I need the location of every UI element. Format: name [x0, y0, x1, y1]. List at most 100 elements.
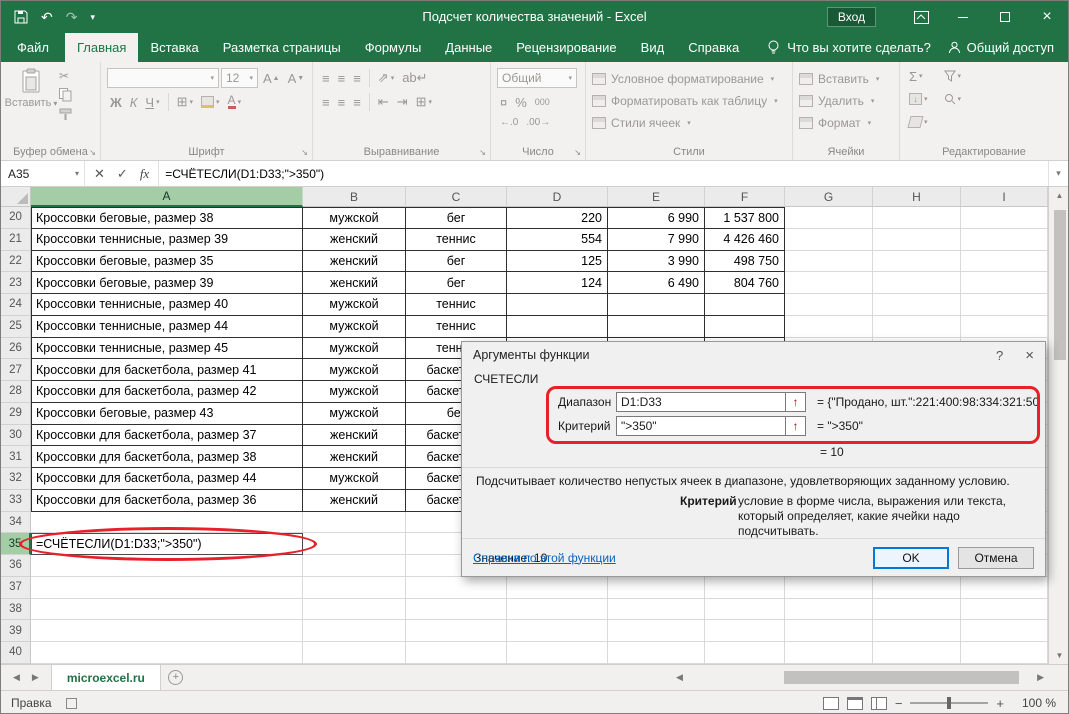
- cut-icon[interactable]: ✂: [59, 69, 72, 83]
- cell-I39[interactable]: [961, 620, 1048, 642]
- tab-Разметка страницы[interactable]: Разметка страницы: [211, 33, 353, 62]
- increase-decimal-icon[interactable]: ←.0: [497, 112, 521, 132]
- expand-formula-bar-icon[interactable]: ▾: [1048, 161, 1068, 186]
- column-header-A[interactable]: A: [31, 187, 303, 207]
- cell-I38[interactable]: [961, 599, 1048, 621]
- cell-H20[interactable]: [873, 207, 961, 229]
- maximize-button[interactable]: [984, 1, 1026, 33]
- zoom-out-icon[interactable]: −: [895, 696, 903, 711]
- cell-A30[interactable]: Кроссовки для баскетбола, размер 37: [31, 425, 303, 447]
- vertical-scroll-thumb[interactable]: [1054, 210, 1066, 360]
- cell-I23[interactable]: [961, 272, 1048, 294]
- cell-B30[interactable]: женский: [303, 425, 406, 447]
- font-size-select[interactable]: 12▾: [221, 68, 258, 88]
- zoom-level[interactable]: 100 %: [1012, 696, 1056, 710]
- tab-Вид[interactable]: Вид: [629, 33, 677, 62]
- number-format-select[interactable]: Общий▾: [497, 68, 577, 88]
- fill-color-icon[interactable]: ▾: [198, 92, 223, 112]
- cell-D24[interactable]: [507, 294, 608, 316]
- row-header-37[interactable]: 37: [1, 577, 31, 599]
- cell-A31[interactable]: Кроссовки для баскетбола, размер 38: [31, 446, 303, 468]
- zoom-slider[interactable]: [910, 702, 988, 704]
- close-button[interactable]: ×: [1026, 1, 1068, 33]
- orientation-icon[interactable]: ⇗▾: [375, 68, 397, 88]
- cell-D39[interactable]: [507, 620, 608, 642]
- cell-C20[interactable]: бег: [406, 207, 507, 229]
- column-header-G[interactable]: G: [785, 187, 873, 207]
- redo-icon[interactable]: ↷: [66, 10, 78, 24]
- cell-A39[interactable]: [31, 620, 303, 642]
- column-header-C[interactable]: C: [406, 187, 507, 207]
- field-input-Диапазон[interactable]: D1:D33: [616, 392, 786, 412]
- confirm-entry-icon[interactable]: ✓: [117, 166, 128, 182]
- cell-D22[interactable]: 125: [507, 251, 608, 273]
- ribbon-display-options-icon[interactable]: [900, 1, 942, 33]
- cell-A27[interactable]: Кроссовки для баскетбола, размер 41: [31, 359, 303, 381]
- cell-A32[interactable]: Кроссовки для баскетбола, размер 44: [31, 468, 303, 490]
- cell-C40[interactable]: [406, 642, 507, 664]
- cell-C37[interactable]: [406, 577, 507, 599]
- cell-A22[interactable]: Кроссовки беговые, размер 35: [31, 251, 303, 273]
- cell-E40[interactable]: [608, 642, 705, 664]
- cell-H39[interactable]: [873, 620, 961, 642]
- cell-H37[interactable]: [873, 577, 961, 599]
- cell-C22[interactable]: бег: [406, 251, 507, 273]
- wrap-text-icon[interactable]: ab↵: [399, 68, 430, 88]
- fill-icon[interactable]: ↓▾: [906, 89, 931, 109]
- cell-B35[interactable]: [303, 533, 406, 555]
- cancel-entry-icon[interactable]: ✕: [94, 166, 105, 182]
- cell-F25[interactable]: [705, 316, 785, 338]
- cell-A40[interactable]: [31, 642, 303, 664]
- sheet-nav-left-icon[interactable]: ◀: [13, 672, 20, 683]
- row-header-32[interactable]: 32: [1, 468, 31, 490]
- row-header-40[interactable]: 40: [1, 642, 31, 664]
- page-break-view-icon[interactable]: [871, 697, 887, 710]
- cell-B40[interactable]: [303, 642, 406, 664]
- dialog-help-icon[interactable]: ?: [996, 348, 1003, 363]
- cell-H38[interactable]: [873, 599, 961, 621]
- font-dialog-launcher-icon[interactable]: ↘: [301, 148, 308, 157]
- cancel-button[interactable]: Отмена: [958, 547, 1034, 569]
- cell-B21[interactable]: женский: [303, 229, 406, 251]
- sort-filter-icon[interactable]: ▾: [941, 66, 965, 86]
- row-header-20[interactable]: 20: [1, 207, 31, 229]
- cell-B29[interactable]: мужской: [303, 403, 406, 425]
- clear-icon[interactable]: ▾: [906, 112, 931, 132]
- cell-E20[interactable]: 6 990: [608, 207, 705, 229]
- align-center-icon[interactable]: ≡: [335, 92, 349, 112]
- tab-file[interactable]: Файл: [1, 33, 65, 62]
- cell-I37[interactable]: [961, 577, 1048, 599]
- tab-Данные[interactable]: Данные: [433, 33, 504, 62]
- cell-H40[interactable]: [873, 642, 961, 664]
- cell-G22[interactable]: [785, 251, 873, 273]
- cell-A36[interactable]: [31, 555, 303, 577]
- scroll-up-icon[interactable]: ▲: [1056, 187, 1064, 204]
- cell-B36[interactable]: [303, 555, 406, 577]
- row-header-34[interactable]: 34: [1, 512, 31, 534]
- cell-I20[interactable]: [961, 207, 1048, 229]
- style-button[interactable]: Условное форматирование▾: [592, 68, 788, 90]
- cell-A25[interactable]: Кроссовки теннисные, размер 44: [31, 316, 303, 338]
- cell-B20[interactable]: мужской: [303, 207, 406, 229]
- cell-A29[interactable]: Кроссовки беговые, размер 43: [31, 403, 303, 425]
- name-box[interactable]: A35▾: [1, 161, 85, 186]
- cell-op-button[interactable]: Вставить▾: [799, 68, 895, 90]
- macro-record-icon[interactable]: [66, 698, 77, 709]
- row-header-29[interactable]: 29: [1, 403, 31, 425]
- cell-G38[interactable]: [785, 599, 873, 621]
- cell-B31[interactable]: женский: [303, 446, 406, 468]
- sheet-nav-right-icon[interactable]: ▶: [32, 672, 39, 683]
- vertical-scrollbar[interactable]: ▲ ▼: [1048, 187, 1069, 664]
- tab-Рецензирование[interactable]: Рецензирование: [504, 33, 628, 62]
- comma-style-icon[interactable]: 000: [532, 92, 553, 112]
- row-header-27[interactable]: 27: [1, 359, 31, 381]
- cell-G23[interactable]: [785, 272, 873, 294]
- tell-me-box[interactable]: Что вы хотите сделать?: [767, 33, 931, 62]
- row-header-23[interactable]: 23: [1, 272, 31, 294]
- scroll-down-icon[interactable]: ▼: [1056, 647, 1064, 664]
- cell-I21[interactable]: [961, 229, 1048, 251]
- cell-op-button[interactable]: Формат▾: [799, 112, 895, 134]
- row-header-36[interactable]: 36: [1, 555, 31, 577]
- cell-E24[interactable]: [608, 294, 705, 316]
- cell-H21[interactable]: [873, 229, 961, 251]
